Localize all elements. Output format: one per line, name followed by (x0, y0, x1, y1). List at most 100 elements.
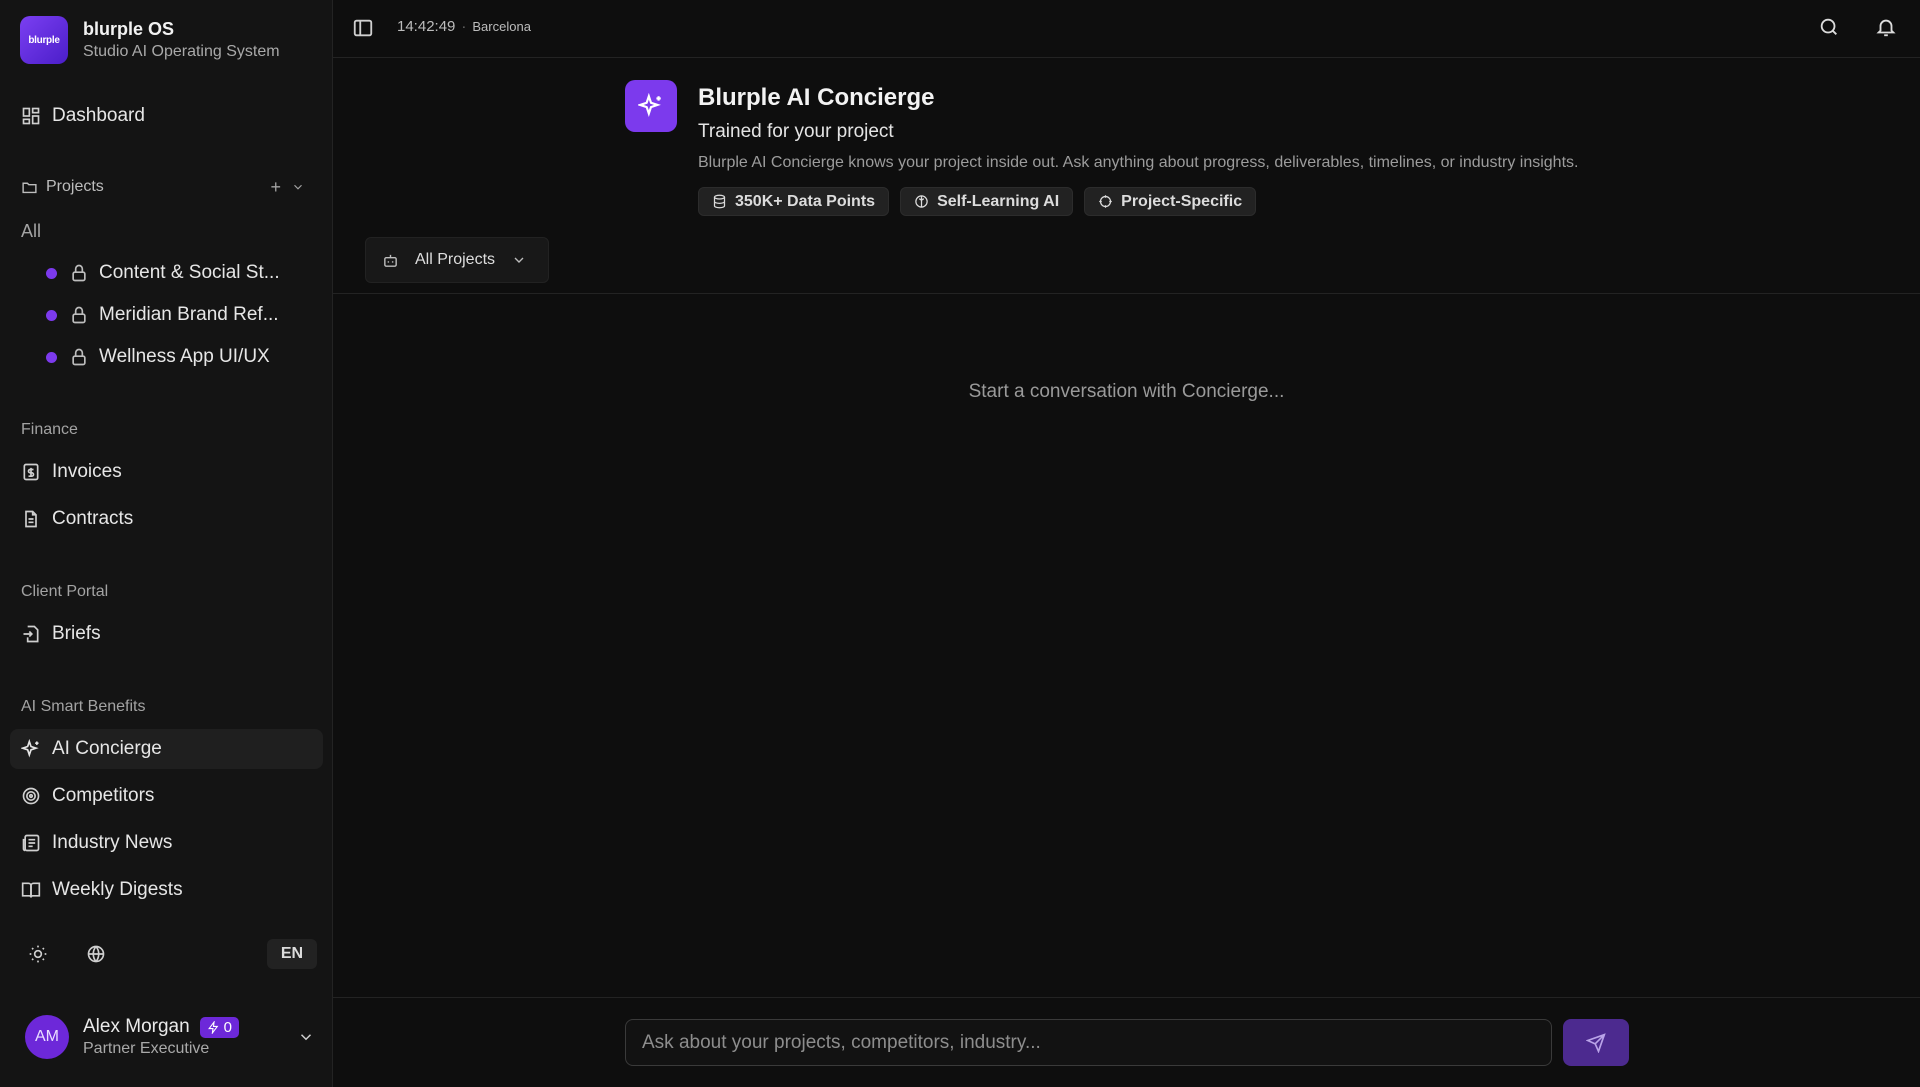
chat-composer (333, 997, 1920, 1087)
project-name: Meridian Brand Ref... (99, 304, 279, 325)
sidebar-item-label: Industry News (52, 832, 173, 853)
sun-icon (29, 945, 47, 963)
project-color-dot (46, 309, 57, 321)
chat-empty-state: Start a conversation with Concierge... (968, 381, 1285, 402)
sidebar-item-industry-news[interactable]: Industry News (10, 823, 323, 863)
add-project-button[interactable]: + (270, 178, 281, 196)
invoice-icon (23, 463, 39, 481)
page-title: Blurple AI Concierge (698, 84, 935, 111)
chevron-down-icon[interactable] (291, 180, 305, 194)
sidebar-toggle-icon[interactable] (352, 17, 374, 39)
divider (333, 293, 1920, 294)
project-item[interactable]: Meridian Brand Ref... (46, 300, 296, 330)
feature-chip: Self-Learning AI (900, 187, 1074, 216)
credits-badge: 0 (199, 1016, 240, 1038)
search-icon[interactable] (1818, 16, 1840, 38)
feature-chip: Project-Specific (1084, 187, 1257, 216)
feature-chip-label: Project-Specific (1121, 192, 1243, 210)
database-icon (713, 194, 726, 209)
brand-subtitle: Studio AI Operating System (83, 43, 280, 60)
globe-icon (87, 945, 105, 963)
concierge-icon-tile (625, 80, 677, 132)
feature-chip-label: Self-Learning AI (937, 192, 1060, 210)
project-name: Wellness App UI/UX (99, 346, 270, 367)
lock-icon (72, 348, 86, 366)
folder-icon (22, 182, 37, 193)
newspaper-icon (22, 834, 40, 852)
lock-icon (72, 306, 86, 324)
user-name-row: Alex Morgan 0 (83, 1016, 240, 1038)
clock-time: 14:42:49 (397, 18, 456, 35)
app-root: blurple blurple OS Studio AI Operating S… (0, 0, 1920, 1087)
sidebar-item-competitors[interactable]: Competitors (10, 776, 323, 816)
chat-input[interactable] (625, 1019, 1552, 1066)
sidebar-item-contracts[interactable]: Contracts (10, 499, 323, 539)
page-description: Blurple AI Concierge knows your project … (698, 154, 1579, 171)
sidebar-item-label: Competitors (52, 785, 155, 806)
section-label-ai-smart-benefits: AI Smart Benefits (21, 698, 146, 715)
clock: 14:42:49 · Barcelona (397, 18, 531, 35)
clock-separator: · (461, 18, 467, 35)
sidebar-item-briefs[interactable]: Briefs (10, 614, 323, 654)
top-bar: 14:42:49 · Barcelona (333, 0, 1920, 58)
target-icon (22, 787, 40, 805)
send-button[interactable] (1563, 1019, 1629, 1066)
clock-city: Barcelona (472, 19, 531, 34)
project-color-dot (46, 267, 57, 279)
project-name: Content & Social St... (99, 262, 280, 283)
avatar: AM (25, 1015, 69, 1059)
bell-icon[interactable] (1875, 16, 1897, 38)
sidebar-item-label: Briefs (52, 623, 101, 644)
file-import-icon (23, 625, 39, 643)
sparkles-icon (21, 739, 39, 758)
chevron-down-icon (514, 257, 524, 263)
crosshair-icon (1099, 195, 1112, 208)
book-open-icon (21, 882, 41, 898)
user-name: Alex Morgan (83, 1016, 190, 1037)
brand-logo: blurple (20, 16, 68, 64)
project-filter-dropdown[interactable]: All Projects (365, 237, 549, 283)
section-label-finance: Finance (21, 421, 78, 438)
sidebar-item-label: Weekly Digests (52, 879, 183, 900)
project-item[interactable]: Wellness App UI/UX (46, 342, 296, 372)
bot-icon (384, 254, 397, 267)
brand[interactable]: blurple blurple OS Studio AI Operating S… (20, 16, 280, 64)
language-badge[interactable]: EN (267, 939, 317, 969)
feature-chips: 350K+ Data Points Self-Learning AI Proje… (698, 187, 1267, 216)
sidebar-item-invoices[interactable]: Invoices (10, 452, 323, 492)
user-menu[interactable]: AM Alex Morgan 0 Partner Executive (25, 1013, 315, 1061)
page-subtitle: Trained for your project (698, 121, 894, 142)
credits-count: 0 (223, 1018, 233, 1036)
chevron-down-icon[interactable] (297, 1028, 315, 1046)
sidebar-tools: EN (20, 938, 317, 970)
brain-icon (915, 195, 928, 208)
feature-chip: 350K+ Data Points (698, 187, 890, 216)
user-info: Alex Morgan 0 Partner Executive (83, 1016, 240, 1058)
sidebar: blurple blurple OS Studio AI Operating S… (0, 0, 333, 1087)
sidebar-item-ai-concierge[interactable]: AI Concierge (10, 729, 323, 769)
sidebar-item-label: AI Concierge (52, 738, 162, 759)
project-color-dot (46, 351, 57, 363)
brand-title: blurple OS (83, 19, 175, 39)
feature-chip-label: 350K+ Data Points (735, 192, 876, 210)
document-icon (25, 510, 37, 528)
brand-text: blurple OS Studio AI Operating System (83, 18, 280, 62)
sidebar-item-weekly-digests[interactable]: Weekly Digests (10, 870, 323, 910)
lightning-icon (207, 1020, 219, 1034)
project-filter-value: All Projects (415, 251, 496, 268)
theme-toggle-button[interactable] (20, 938, 56, 970)
main-content: 14:42:49 · Barcelona Blurple AI Concierge … (333, 0, 1920, 1087)
projects-header: Projects + (21, 178, 313, 196)
projects-label: Projects (46, 178, 104, 195)
sidebar-item-label: Contracts (52, 508, 134, 529)
sparkles-icon (638, 93, 661, 118)
sidebar-item-label: Invoices (52, 461, 122, 482)
projects-filter-all[interactable]: All (21, 221, 41, 242)
send-icon (1586, 1032, 1606, 1053)
sidebar-item-dashboard[interactable]: Dashboard (10, 96, 323, 136)
user-role: Partner Executive (83, 1040, 210, 1057)
dashboard-icon (22, 107, 40, 125)
sidebar-item-label: Dashboard (52, 105, 145, 126)
language-button[interactable] (78, 938, 114, 970)
project-item[interactable]: Content & Social St... (46, 258, 296, 288)
